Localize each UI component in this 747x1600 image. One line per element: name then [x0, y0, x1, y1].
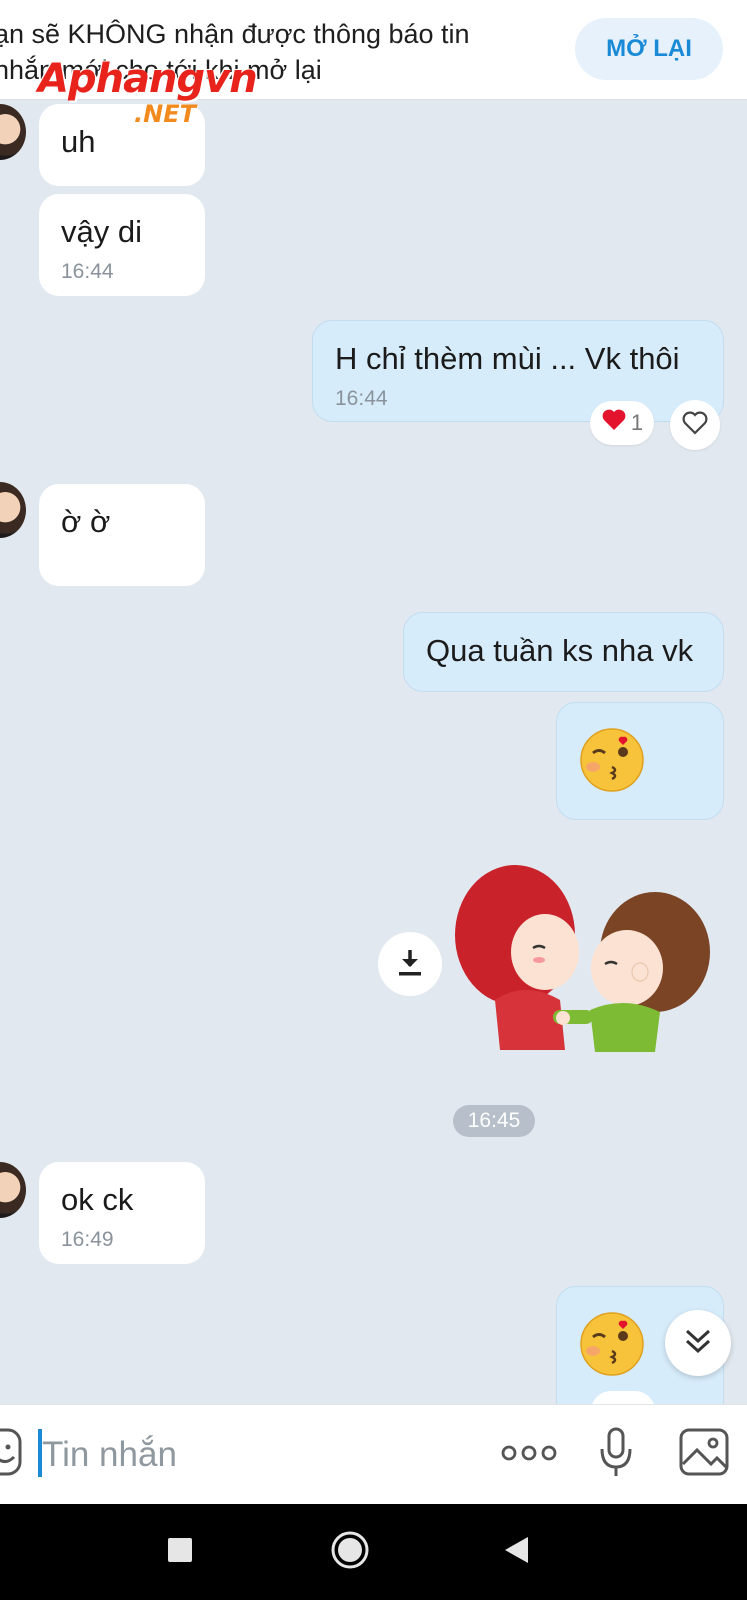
send-image-button[interactable]: [677, 1427, 731, 1481]
heart-react-icon: [601, 408, 627, 438]
message-time: 16:49: [61, 1228, 114, 1251]
voice-record-button[interactable]: [594, 1425, 638, 1485]
kissing-face-with-heart-emoji: [580, 1312, 644, 1376]
contact-avatar[interactable]: [0, 1162, 26, 1218]
message-bubble-incoming[interactable]: vậy di 16:44: [39, 194, 205, 296]
microphone-icon: [599, 1427, 633, 1484]
scroll-to-bottom-button[interactable]: [665, 1310, 731, 1376]
square-recents-icon: [167, 1537, 193, 1568]
more-options-button[interactable]: [500, 1435, 558, 1475]
message-bubble-outgoing-emoji[interactable]: [556, 702, 724, 820]
chat-messages-area[interactable]: uh vậy di 16:44 H chỉ thèm mùi ... Vk th…: [0, 100, 747, 1404]
reaction-count: 1: [630, 410, 644, 435]
message-bubble-incoming[interactable]: ờ ờ: [39, 484, 205, 586]
contact-avatar[interactable]: [0, 104, 26, 160]
watermark-main-text: Aphangvn: [38, 56, 258, 102]
more-dots-icon: [501, 1443, 557, 1468]
kissing-face-with-heart-emoji: [580, 728, 644, 792]
system-navigation-bar: [0, 1504, 747, 1600]
recent-apps-button[interactable]: [160, 1532, 200, 1572]
watermark-logo: Aphangvn .NET: [38, 56, 268, 130]
download-sticker-button[interactable]: [378, 932, 442, 996]
image-gallery-icon: [679, 1428, 729, 1481]
message-text: H chỉ thèm mùi ... Vk thôi: [335, 341, 680, 376]
message-bubble-outgoing[interactable]: H chỉ thèm mùi ... Vk thôi 16:44: [312, 320, 724, 422]
message-text: ờ ờ: [61, 504, 111, 539]
message-bubble-outgoing[interactable]: Qua tuần ks nha vk: [403, 612, 724, 692]
reopen-notifications-button[interactable]: MỞ LẠI: [575, 18, 723, 80]
heart-outline-icon: [681, 410, 709, 441]
home-button[interactable]: [326, 1524, 374, 1580]
message-input-bar: Tin nhắn: [0, 1404, 747, 1504]
emoji-sticker-button[interactable]: [0, 1427, 24, 1481]
emoji-sticker-icon: [0, 1427, 24, 1482]
contact-avatar[interactable]: [0, 482, 26, 538]
home-circle-icon: [330, 1530, 370, 1575]
download-icon: [396, 947, 424, 982]
message-time: 16:44: [335, 387, 388, 410]
reaction-count-pill[interactable]: 1: [590, 401, 654, 445]
time-separator: 16:45: [453, 1105, 535, 1137]
back-triangle-icon: [502, 1535, 530, 1570]
watermark-sub-text: .NET: [134, 100, 196, 128]
message-time: 16:44: [61, 260, 114, 283]
double-chevron-down-icon: [682, 1326, 714, 1361]
message-text: Qua tuần ks nha vk: [426, 633, 694, 668]
reaction-pill-partial[interactable]: [591, 1391, 655, 1404]
heart-outline-button[interactable]: [670, 400, 720, 450]
back-button[interactable]: [494, 1530, 538, 1574]
message-text: ok ck: [61, 1182, 134, 1217]
couple-hug-sticker[interactable]: [455, 860, 720, 1070]
message-text: vậy di: [61, 214, 142, 249]
message-input[interactable]: Tin nhắn: [42, 1435, 177, 1475]
message-bubble-incoming[interactable]: ok ck 16:49: [39, 1162, 205, 1264]
